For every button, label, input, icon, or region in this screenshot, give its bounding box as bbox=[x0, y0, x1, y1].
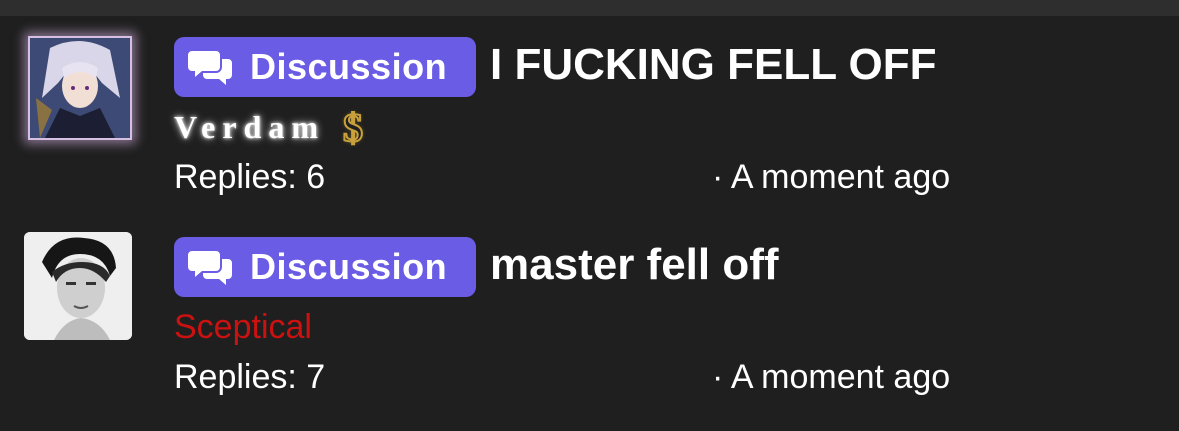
thread-item[interactable]: Discussion master fell off Sceptical Rep… bbox=[0, 220, 1179, 420]
discussion-badge[interactable]: Discussion bbox=[174, 37, 476, 97]
author-row: Verdam $ bbox=[174, 102, 364, 152]
post-time: · A moment ago bbox=[712, 358, 951, 396]
avatar[interactable] bbox=[24, 232, 132, 340]
dollar-sign-icon: $ bbox=[342, 104, 364, 151]
thread-item[interactable]: Discussion I FUCKING FELL OFF Verdam $ R… bbox=[0, 20, 1179, 220]
replies-count: Replies: 7 bbox=[174, 358, 326, 396]
discussion-badge[interactable]: Discussion bbox=[174, 237, 476, 297]
avatar-image bbox=[24, 232, 132, 340]
replies-count: Replies: 6 bbox=[174, 158, 326, 196]
avatar-image bbox=[30, 38, 130, 138]
author-name[interactable]: Verdam bbox=[174, 109, 325, 146]
thread-title[interactable]: master fell off bbox=[490, 240, 779, 290]
chat-bubbles-icon bbox=[188, 247, 234, 287]
post-time: · A moment ago bbox=[712, 158, 951, 196]
badge-label: Discussion bbox=[250, 46, 448, 87]
thread-title[interactable]: I FUCKING FELL OFF bbox=[490, 40, 937, 90]
top-bar bbox=[0, 0, 1179, 16]
badge-label: Discussion bbox=[250, 246, 448, 287]
author-name[interactable]: Sceptical bbox=[174, 308, 312, 347]
avatar[interactable] bbox=[28, 36, 132, 140]
chat-bubbles-icon bbox=[188, 47, 234, 87]
author-row: Sceptical bbox=[174, 302, 312, 352]
